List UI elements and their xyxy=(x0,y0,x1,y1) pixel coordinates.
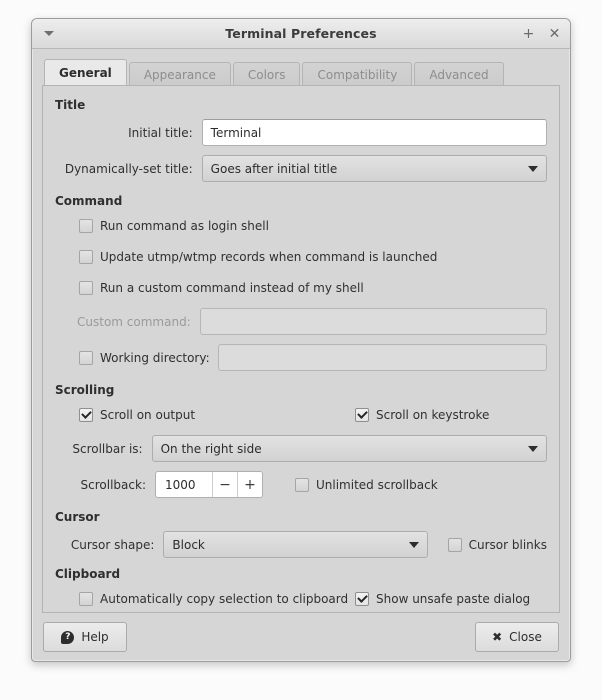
scrollbar-combo[interactable]: On the right side xyxy=(151,435,547,462)
row-scrollback: Scrollback: 1000 − + Unlimited scrollbac… xyxy=(55,471,547,498)
section-title: Title Initial title: Terminal Dynamicall… xyxy=(55,98,547,182)
section-command: Command Run command as login shell Updat… xyxy=(55,194,547,371)
scroll-on-keystroke-label: Scroll on keystroke xyxy=(376,408,490,422)
cursor-shape-combo[interactable]: Block xyxy=(163,531,428,558)
autocopy-checkbox[interactable]: Automatically copy selection to clipboar… xyxy=(79,592,355,606)
checkbox-box xyxy=(447,537,462,552)
row-dynamic-title: Dynamically-set title: Goes after initia… xyxy=(55,155,547,182)
triangle-down-icon xyxy=(44,31,54,36)
preferences-notebook: General Appearance Colors Compatibility … xyxy=(42,59,560,613)
tab-advanced[interactable]: Advanced xyxy=(414,62,504,86)
section-scrolling-heading: Scrolling xyxy=(55,383,115,397)
row-utmp: Update utmp/wtmp records when command is… xyxy=(55,246,547,268)
row-scrollbar: Scrollbar is: On the right side xyxy=(55,435,547,462)
tab-compatibility[interactable]: Compatibility xyxy=(302,62,413,86)
working-directory-checkbox[interactable]: Working directory: xyxy=(55,350,218,365)
dynamic-title-label: Dynamically-set title: xyxy=(64,161,193,176)
tab-appearance[interactable]: Appearance xyxy=(128,62,231,86)
scrollback-stepper[interactable]: 1000 − + xyxy=(155,471,263,498)
scrollbar-label: Scrollbar is: xyxy=(72,441,143,456)
tab-colors[interactable]: Colors xyxy=(232,62,301,86)
titlebar-buttons: + ✕ xyxy=(522,19,561,48)
dynamic-title-combo[interactable]: Goes after initial title xyxy=(201,155,547,182)
row-custom-command-check: Run a custom command instead of my shell xyxy=(55,277,547,299)
tab-panel-general: Title Initial title: Terminal Dynamicall… xyxy=(42,85,560,613)
help-icon: ? xyxy=(61,630,75,644)
working-directory-input[interactable] xyxy=(218,344,547,371)
section-command-heading: Command xyxy=(55,194,123,208)
maximize-icon[interactable]: + xyxy=(522,27,535,41)
custom-command-checkbox[interactable]: Run a custom command instead of my shell xyxy=(79,281,364,295)
unlimited-scrollback-checkbox[interactable]: Unlimited scrollback xyxy=(295,477,438,492)
custom-command-label: Custom command: xyxy=(77,314,191,329)
tab-general[interactable]: General xyxy=(44,59,127,86)
scrollback-value[interactable]: 1000 xyxy=(156,472,212,497)
scroll-on-output-checkbox[interactable]: Scroll on output xyxy=(79,408,355,422)
section-cursor-heading: Cursor xyxy=(55,510,100,524)
scrollback-decrement-button[interactable]: − xyxy=(212,472,237,497)
custom-command-input[interactable] xyxy=(199,308,547,335)
login-shell-label: Run command as login shell xyxy=(100,219,269,233)
section-title-heading: Title xyxy=(55,98,86,112)
row-cursor-shape: Cursor shape: Block Cursor blinks xyxy=(55,531,547,558)
cursor-shape-value: Block xyxy=(172,537,205,552)
checkbox-box xyxy=(79,219,93,233)
titlebar: Terminal Preferences + ✕ xyxy=(32,19,570,49)
action-bar: ? Help ✖ Close xyxy=(32,613,570,661)
checkbox-box xyxy=(79,350,93,365)
scroll-on-output-label: Scroll on output xyxy=(100,408,196,422)
unsafe-paste-label: Show unsafe paste dialog xyxy=(376,592,531,606)
utmp-checkbox[interactable]: Update utmp/wtmp records when command is… xyxy=(79,250,437,264)
close-icon: ✖ xyxy=(492,630,503,644)
utmp-label: Update utmp/wtmp records when command is… xyxy=(100,250,438,264)
checkbox-box xyxy=(355,592,369,606)
checkbox-box xyxy=(79,281,93,295)
row-custom-command: Custom command: xyxy=(55,308,547,335)
close-button-label: Close xyxy=(509,630,542,644)
scrollback-label: Scrollback: xyxy=(80,477,146,492)
chevron-down-icon xyxy=(528,445,538,452)
initial-title-input[interactable]: Terminal xyxy=(201,119,547,146)
row-login-shell: Run command as login shell xyxy=(55,215,547,237)
working-directory-label: Working directory: xyxy=(100,350,210,365)
dialog-body: General Appearance Colors Compatibility … xyxy=(32,49,570,613)
tab-bar: General Appearance Colors Compatibility … xyxy=(42,59,560,86)
checkbox-box xyxy=(79,250,93,264)
scroll-on-keystroke-checkbox[interactable]: Scroll on keystroke xyxy=(355,408,489,422)
row-initial-title: Initial title: Terminal xyxy=(55,119,547,146)
scrollbar-value: On the right side xyxy=(160,441,262,456)
row-working-directory: Working directory: xyxy=(55,344,547,371)
section-cursor: Cursor Cursor shape: Block Cursor blinks xyxy=(55,510,547,558)
row-scroll-toggles: Scroll on output Scroll on keystroke xyxy=(55,404,547,426)
cursor-blinks-label: Cursor blinks xyxy=(468,537,547,552)
scrollback-increment-button[interactable]: + xyxy=(237,472,262,497)
chevron-down-icon xyxy=(408,541,419,548)
dynamic-title-value: Goes after initial title xyxy=(210,161,338,176)
close-button[interactable]: ✖ Close xyxy=(475,622,559,652)
window-title: Terminal Preferences xyxy=(225,26,377,41)
close-icon[interactable]: ✕ xyxy=(548,27,561,41)
unlimited-scrollback-label: Unlimited scrollback xyxy=(316,477,438,492)
section-scrolling: Scrolling Scroll on output Scroll on key… xyxy=(55,383,547,498)
initial-title-label: Initial title: xyxy=(128,125,193,140)
help-button-label: Help xyxy=(81,630,109,644)
row-clipboard-toggles: Automatically copy selection to clipboar… xyxy=(55,588,547,610)
login-shell-checkbox[interactable]: Run command as login shell xyxy=(79,219,269,233)
cursor-blinks-checkbox[interactable]: Cursor blinks xyxy=(447,537,547,552)
custom-command-check-label: Run a custom command instead of my shell xyxy=(100,281,364,295)
unsafe-paste-checkbox[interactable]: Show unsafe paste dialog xyxy=(355,592,530,606)
checkbox-box xyxy=(355,408,369,422)
preferences-window: Terminal Preferences + ✕ General Appeara… xyxy=(31,18,571,662)
window-menu-button[interactable] xyxy=(40,25,58,43)
checkbox-box xyxy=(295,477,309,492)
checkbox-box xyxy=(79,408,93,422)
section-clipboard-heading: Clipboard xyxy=(55,567,121,581)
autocopy-label: Automatically copy selection to clipboar… xyxy=(100,592,349,606)
section-clipboard: Clipboard Automatically copy selection t… xyxy=(55,567,547,610)
chevron-down-icon xyxy=(528,165,538,172)
cursor-shape-label: Cursor shape: xyxy=(70,537,155,552)
help-button[interactable]: ? Help xyxy=(43,622,127,652)
checkbox-box xyxy=(79,592,93,606)
